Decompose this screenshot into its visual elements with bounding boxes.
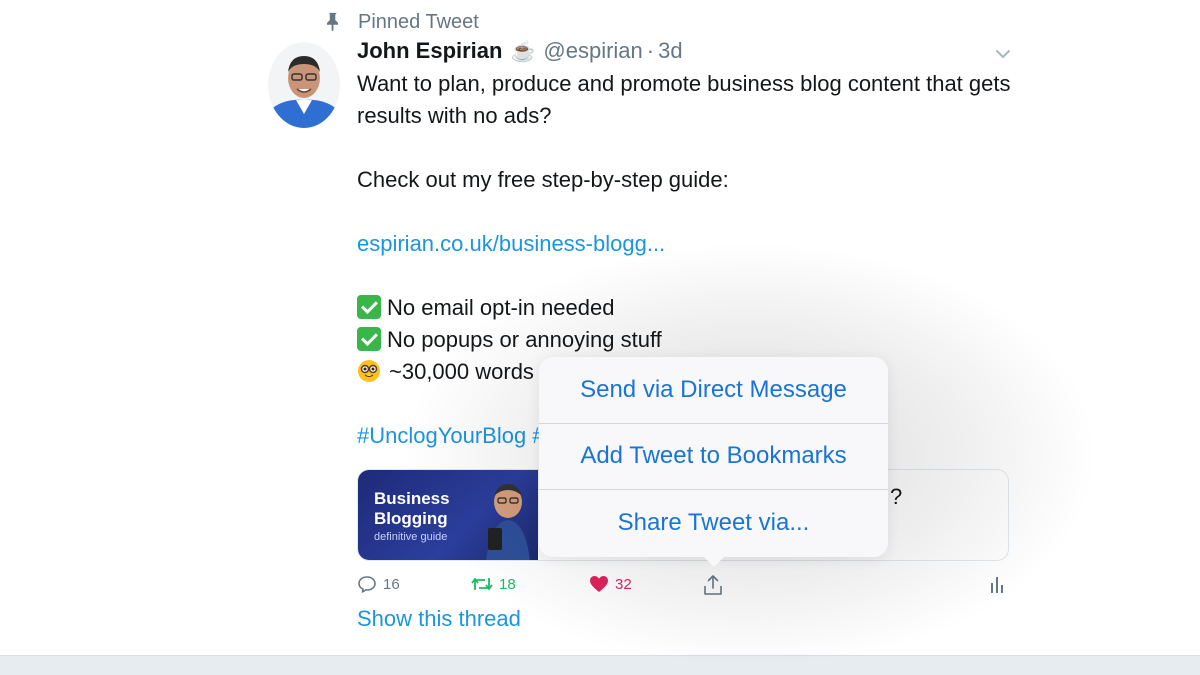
- avatar[interactable]: [268, 42, 340, 128]
- analytics-button[interactable]: [989, 574, 1011, 594]
- nerd-face-emoji-icon: [358, 360, 380, 382]
- card-title-fragment: ?: [890, 484, 903, 509]
- share-icon: [704, 575, 722, 595]
- show-thread-link[interactable]: Show this thread: [357, 606, 521, 632]
- tweet-header: John Espirian ☕️ @espirian · 3d: [357, 38, 683, 68]
- pin-icon: [327, 12, 339, 32]
- tweet-line: results with no ads?: [357, 103, 552, 128]
- reply-button[interactable]: 16: [357, 574, 400, 594]
- share-menu: Send via Direct Message Add Tweet to Boo…: [539, 357, 888, 557]
- retweet-count: 18: [499, 575, 516, 593]
- retweet-icon: [471, 577, 493, 591]
- card-image-subtitle: definitive guide: [374, 531, 447, 543]
- tweet-line: Want to plan, produce and promote busine…: [357, 71, 1011, 96]
- check-mark-icon: [357, 327, 381, 351]
- coffee-emoji: ☕️: [510, 41, 536, 63]
- chevron-down-icon[interactable]: [993, 44, 1013, 64]
- bottom-divider: [0, 655, 1200, 675]
- pinned-label: Pinned Tweet: [358, 10, 479, 33]
- guide-link[interactable]: espirian.co.uk/business-blogg...: [357, 231, 665, 256]
- menu-item-add-to-bookmarks[interactable]: Add Tweet to Bookmarks: [539, 424, 888, 491]
- analytics-icon: [991, 577, 1003, 593]
- like-count: 32: [615, 575, 632, 593]
- author-name[interactable]: John Espirian: [357, 38, 502, 64]
- retweet-button[interactable]: 18: [471, 574, 516, 594]
- separator: ·: [646, 38, 655, 63]
- bullet-text: No email opt-in needed: [387, 295, 615, 320]
- menu-pointer-arrow: [702, 555, 726, 567]
- author-handle[interactable]: @espirian: [543, 38, 642, 64]
- hashtag-link[interactable]: #UnclogYourBlog #: [357, 423, 545, 448]
- card-image-title-2: Blogging: [374, 509, 448, 528]
- check-mark-icon: [357, 295, 381, 319]
- menu-item-send-direct-message[interactable]: Send via Direct Message: [539, 357, 888, 424]
- pinned-tweet-header: Pinned Tweet: [322, 8, 479, 36]
- bullet-text: No popups or annoying stuff: [387, 327, 662, 352]
- tweet-timestamp[interactable]: 3d: [658, 38, 682, 64]
- share-button[interactable]: [703, 574, 729, 596]
- card-image-title-1: Business: [374, 489, 450, 508]
- heart-icon: [590, 576, 608, 592]
- reply-count: 16: [383, 575, 400, 593]
- card-thumbnail: Business Blogging definitive guide: [358, 470, 538, 560]
- reply-icon: [358, 576, 376, 593]
- bullet-text: ~30,000 words: [389, 359, 534, 384]
- like-button[interactable]: 32: [589, 574, 632, 594]
- menu-item-share-tweet-via[interactable]: Share Tweet via...: [539, 490, 888, 557]
- tweet-actions: 16 18 32: [357, 574, 1017, 598]
- tweet-line: Check out my free step-by-step guide:: [357, 167, 729, 192]
